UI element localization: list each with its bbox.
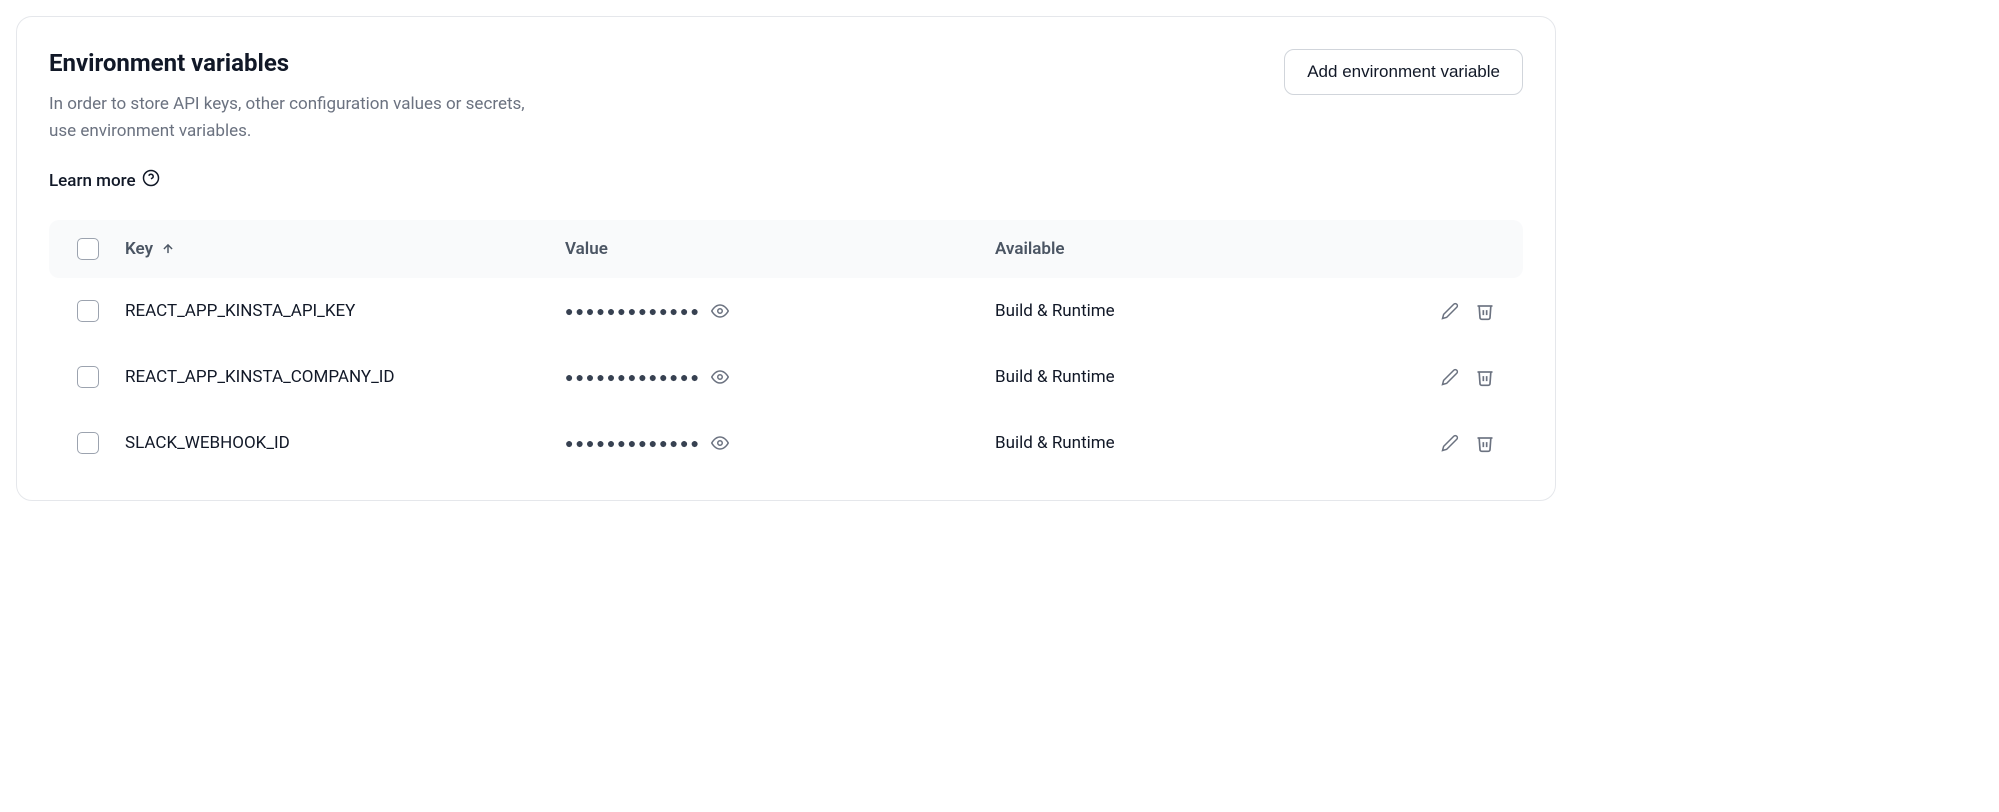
table-header-row: Key Value Available bbox=[49, 220, 1523, 278]
row-checkbox[interactable] bbox=[77, 366, 99, 388]
row-actions bbox=[1415, 301, 1495, 321]
select-all-checkbox[interactable] bbox=[77, 238, 99, 260]
delete-icon[interactable] bbox=[1475, 433, 1495, 453]
help-icon bbox=[142, 169, 160, 192]
row-key: REACT_APP_KINSTA_API_KEY bbox=[125, 301, 565, 321]
header-checkbox-cell bbox=[77, 238, 125, 260]
edit-icon[interactable] bbox=[1441, 368, 1459, 386]
delete-icon[interactable] bbox=[1475, 367, 1495, 387]
row-key: SLACK_WEBHOOK_ID bbox=[125, 433, 565, 453]
reveal-value-icon[interactable] bbox=[711, 368, 729, 386]
masked-value: ●●●●●●●●●●●●● bbox=[565, 435, 701, 452]
row-checkbox[interactable] bbox=[77, 432, 99, 454]
panel-description: In order to store API keys, other config… bbox=[49, 91, 549, 145]
header-value: Value bbox=[565, 239, 995, 259]
reveal-value-icon[interactable] bbox=[711, 302, 729, 320]
row-value: ●●●●●●●●●●●●● bbox=[565, 368, 995, 386]
header-key-label: Key bbox=[125, 239, 153, 259]
masked-value: ●●●●●●●●●●●●● bbox=[565, 369, 701, 386]
edit-icon[interactable] bbox=[1441, 302, 1459, 320]
learn-more-label: Learn more bbox=[49, 171, 136, 191]
header-available: Available bbox=[995, 239, 1415, 259]
row-available: Build & Runtime bbox=[995, 301, 1415, 321]
row-key: REACT_APP_KINSTA_COMPANY_ID bbox=[125, 367, 565, 387]
row-value: ●●●●●●●●●●●●● bbox=[565, 302, 995, 320]
masked-value: ●●●●●●●●●●●●● bbox=[565, 303, 701, 320]
table-row: SLACK_WEBHOOK_ID ●●●●●●●●●●●●● Build & R… bbox=[49, 410, 1523, 476]
row-actions bbox=[1415, 367, 1495, 387]
row-checkbox[interactable] bbox=[77, 300, 99, 322]
row-checkbox-cell bbox=[77, 432, 125, 454]
table-row: REACT_APP_KINSTA_COMPANY_ID ●●●●●●●●●●●●… bbox=[49, 344, 1523, 410]
row-available: Build & Runtime bbox=[995, 367, 1415, 387]
header-key[interactable]: Key bbox=[125, 239, 565, 259]
reveal-value-icon[interactable] bbox=[711, 434, 729, 452]
panel-title: Environment variables bbox=[49, 49, 549, 77]
delete-icon[interactable] bbox=[1475, 301, 1495, 321]
row-checkbox-cell bbox=[77, 366, 125, 388]
header-left: Environment variables In order to store … bbox=[49, 49, 549, 145]
row-available: Build & Runtime bbox=[995, 433, 1415, 453]
env-vars-table: Key Value Available REACT_APP_KINSTA_API… bbox=[49, 220, 1523, 476]
add-environment-variable-button[interactable]: Add environment variable bbox=[1284, 49, 1523, 95]
panel-header: Environment variables In order to store … bbox=[49, 49, 1523, 145]
sort-ascending-icon bbox=[161, 242, 175, 256]
learn-more-link[interactable]: Learn more bbox=[49, 169, 160, 192]
row-checkbox-cell bbox=[77, 300, 125, 322]
edit-icon[interactable] bbox=[1441, 434, 1459, 452]
row-actions bbox=[1415, 433, 1495, 453]
environment-variables-panel: Environment variables In order to store … bbox=[16, 16, 1556, 501]
table-row: REACT_APP_KINSTA_API_KEY ●●●●●●●●●●●●● B… bbox=[49, 278, 1523, 344]
row-value: ●●●●●●●●●●●●● bbox=[565, 434, 995, 452]
